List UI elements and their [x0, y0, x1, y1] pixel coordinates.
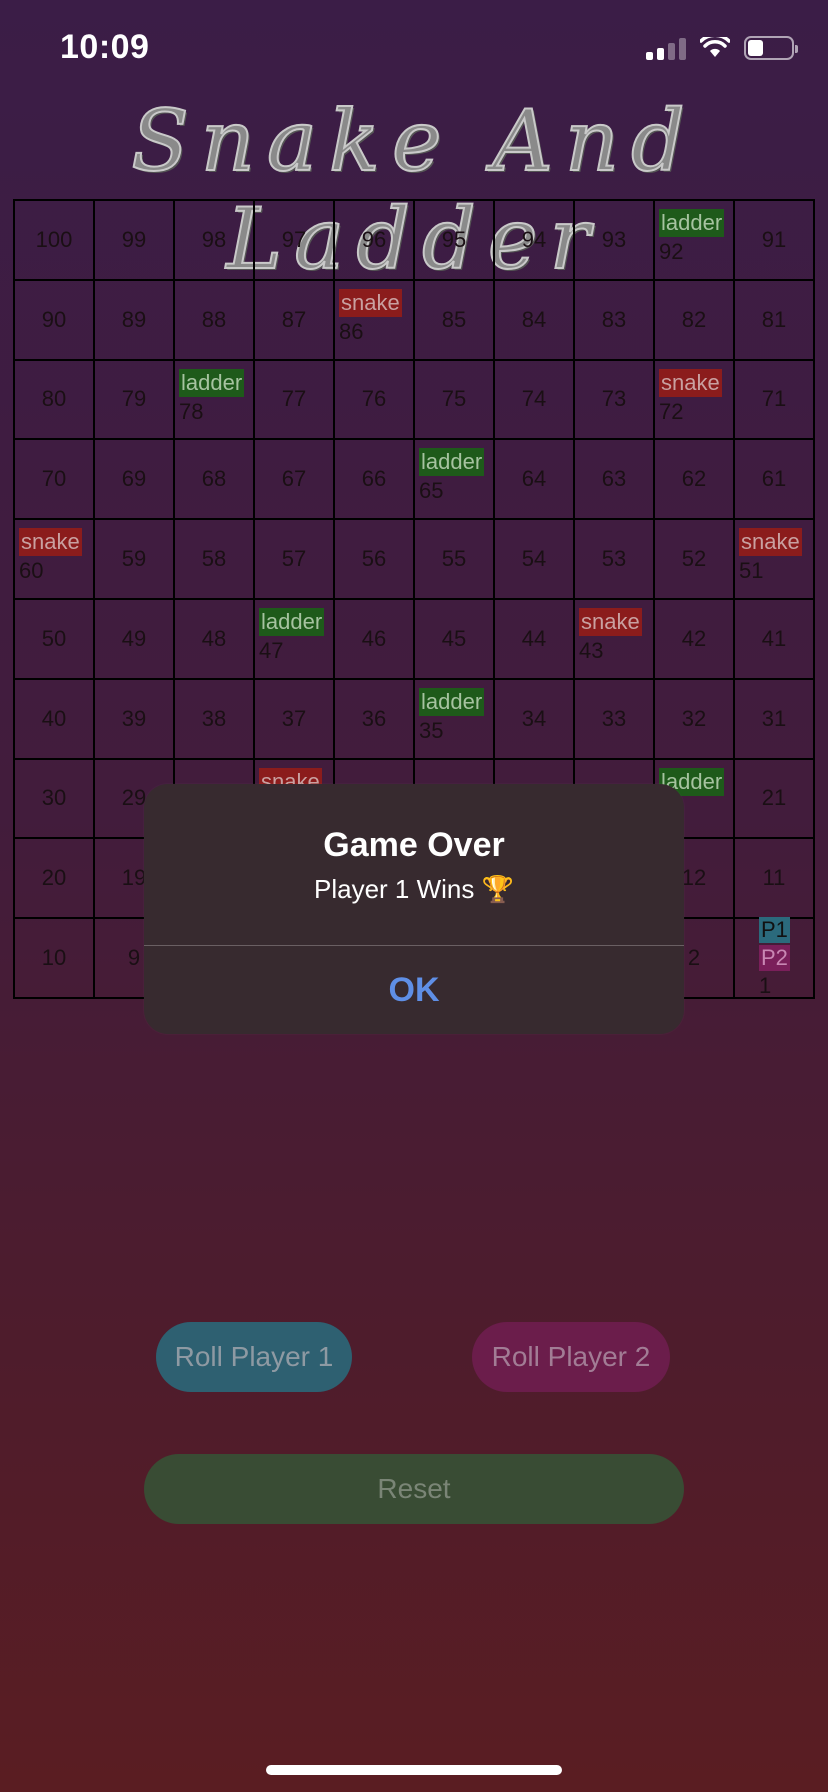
game-over-alert: Game Over Player 1 Wins 🏆 OK	[144, 784, 684, 1034]
alert-ok-button[interactable]: OK	[144, 946, 684, 1034]
alert-title: Game Over	[323, 826, 505, 864]
alert-message: Player 1 Wins 🏆	[314, 874, 514, 904]
home-indicator[interactable]	[266, 1765, 562, 1775]
